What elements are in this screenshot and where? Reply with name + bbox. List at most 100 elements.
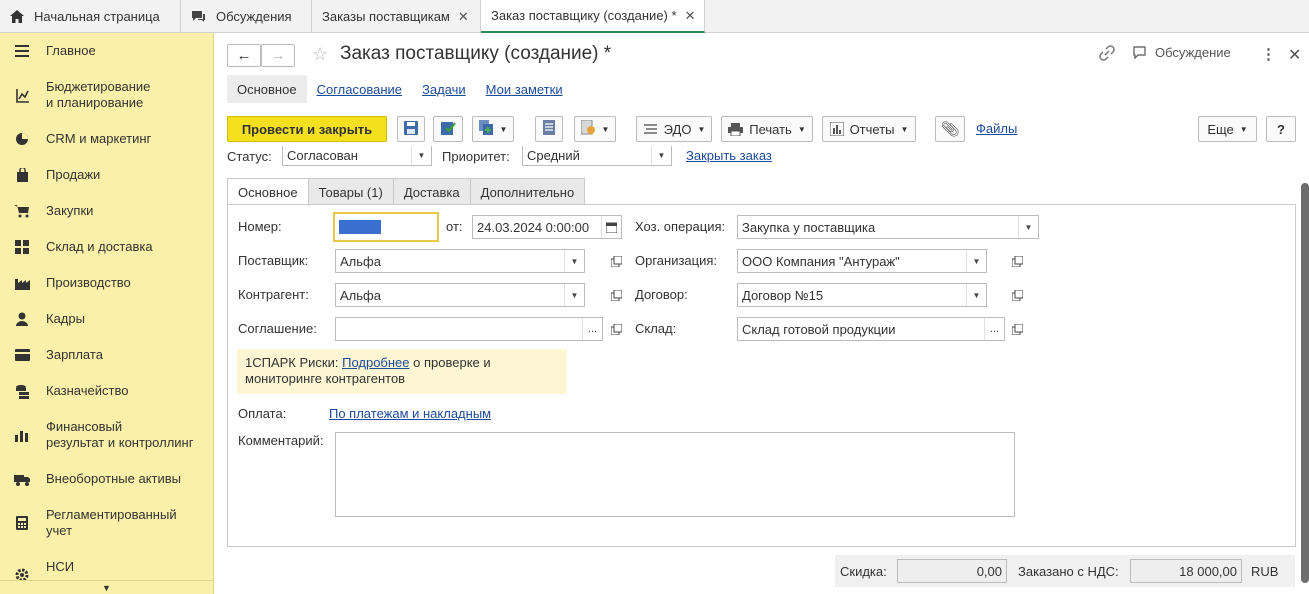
link-icon[interactable] bbox=[1099, 45, 1115, 61]
payment-label: Оплата: bbox=[238, 406, 287, 421]
help-button[interactable]: ? bbox=[1266, 116, 1296, 142]
tab-supplier-orders[interactable]: Заказы поставщикам ✕ bbox=[312, 0, 481, 33]
tab-discussions[interactable]: Обсуждения bbox=[181, 0, 312, 33]
subtab-main[interactable]: Основное bbox=[227, 75, 307, 103]
vertical-scrollbar[interactable] bbox=[1301, 183, 1309, 583]
subtab-approval[interactable]: Согласование bbox=[307, 75, 412, 103]
supplier-label: Поставщик: bbox=[238, 253, 309, 268]
supplier-select[interactable]: Альфа ▼ bbox=[335, 249, 585, 273]
open-icon[interactable] bbox=[606, 317, 626, 341]
edo-button[interactable]: ЭДО ▼ bbox=[636, 116, 712, 142]
more-vert-icon[interactable]: ⋮ bbox=[1261, 45, 1276, 63]
page-title: Заказ поставщику (создание) * bbox=[340, 43, 612, 64]
chevron-down-icon[interactable]: ▼ bbox=[411, 146, 431, 165]
open-icon[interactable] bbox=[1007, 283, 1027, 307]
sidebar-item-label: Производство bbox=[46, 275, 131, 290]
chevron-down-icon[interactable]: ▼ bbox=[564, 284, 584, 306]
open-icon[interactable] bbox=[606, 283, 626, 307]
discussion-button[interactable]: Обсуждение bbox=[1133, 45, 1231, 60]
calendar-icon[interactable] bbox=[601, 216, 621, 238]
spark-more-link[interactable]: Подробнее bbox=[342, 355, 409, 370]
grid-icon bbox=[14, 239, 30, 255]
chevron-down-icon[interactable]: ▼ bbox=[966, 250, 986, 272]
status-value: Согласован bbox=[287, 147, 358, 163]
chevron-down-icon: ▼ bbox=[900, 124, 909, 134]
close-icon[interactable]: ✕ bbox=[458, 9, 469, 25]
more-button[interactable]: Еще ▼ bbox=[1198, 116, 1257, 142]
comment-textarea[interactable] bbox=[335, 432, 1015, 517]
warehouse-label: Склад: bbox=[635, 321, 677, 336]
agreement-label: Соглашение: bbox=[238, 321, 317, 336]
chevron-down-icon[interactable]: ▼ bbox=[1018, 216, 1038, 238]
save-button[interactable] bbox=[397, 116, 425, 142]
tab-label: Заказ поставщику (создание) * bbox=[491, 8, 677, 23]
star-icon[interactable]: ☆ bbox=[312, 44, 328, 65]
create-based-on-button[interactable]: ▼ bbox=[472, 116, 514, 142]
create-based-icon bbox=[478, 120, 494, 138]
tab-delivery[interactable]: Доставка bbox=[392, 178, 471, 205]
sidebar-item-label: Главное bbox=[46, 43, 96, 58]
chevron-down-icon[interactable]: ▼ bbox=[564, 250, 584, 272]
subtab-notes[interactable]: Мои заметки bbox=[476, 75, 573, 103]
sidebar-scroll-down[interactable]: ▼ bbox=[0, 580, 213, 594]
factory-icon bbox=[14, 275, 30, 291]
tab-supplier-order-new[interactable]: Заказ поставщику (создание) * ✕ bbox=[481, 0, 705, 33]
close-icon[interactable]: ✕ bbox=[1288, 45, 1301, 65]
spark-line2: мониторинге контрагентов bbox=[245, 371, 406, 386]
calculator-icon bbox=[14, 515, 30, 531]
attach-button[interactable]: 📎︎ bbox=[935, 116, 965, 142]
post-button[interactable] bbox=[433, 116, 463, 142]
open-icon[interactable] bbox=[1007, 249, 1027, 273]
back-button[interactable]: ← bbox=[227, 44, 261, 67]
post-and-close-button[interactable]: Провести и закрыть bbox=[227, 116, 387, 142]
sidebar-item-label: Склад и доставка bbox=[46, 239, 153, 254]
sidebar-item-label: Бюджетирование и планирование bbox=[46, 79, 151, 110]
tab-main[interactable]: Основное bbox=[227, 178, 309, 206]
date-input[interactable]: 24.03.2024 0:00:00 bbox=[472, 215, 622, 239]
files-link[interactable]: Файлы bbox=[976, 121, 1017, 136]
report-icon bbox=[829, 122, 844, 136]
org-select[interactable]: ООО Компания "Антураж" ▼ bbox=[737, 249, 987, 273]
more-label: Еще bbox=[1207, 121, 1234, 137]
tab-label: Начальная страница bbox=[34, 9, 160, 24]
status-label: Статус: bbox=[227, 149, 272, 164]
number-input[interactable] bbox=[333, 212, 439, 242]
reports-button[interactable]: Отчеты ▼ bbox=[822, 116, 916, 142]
warehouse-input[interactable]: Склад готовой продукции ... bbox=[737, 317, 1005, 341]
close-order-link[interactable]: Закрыть заказ bbox=[686, 148, 772, 163]
tab-label: Обсуждения bbox=[216, 9, 292, 24]
attach-doc-button[interactable]: ▼ bbox=[574, 116, 616, 142]
tab-additional[interactable]: Дополнительно bbox=[469, 178, 586, 205]
select-dots-icon[interactable]: ... bbox=[582, 318, 602, 340]
open-icon[interactable] bbox=[1007, 317, 1027, 341]
priority-field[interactable]: Средний ▼ bbox=[522, 146, 672, 166]
sidebar-item-label: CRM и маркетинг bbox=[46, 131, 152, 146]
agreement-input[interactable]: ... bbox=[335, 317, 603, 341]
discussion-label: Обсуждение bbox=[1155, 45, 1231, 60]
structure-button[interactable] bbox=[535, 116, 563, 142]
post-icon bbox=[440, 120, 456, 138]
tab-goods[interactable]: Товары (1) bbox=[307, 178, 394, 205]
forward-button[interactable]: → bbox=[261, 44, 295, 67]
toolbar: Провести и закрыть ▼ ▼ ЭДО ▼ Печать ▼ От… bbox=[227, 116, 1297, 142]
close-icon[interactable]: ✕ bbox=[685, 8, 696, 24]
open-icon[interactable] bbox=[606, 249, 626, 273]
wallet-icon bbox=[14, 347, 30, 363]
sidebar-item-label: Регламентированный учет bbox=[46, 507, 177, 538]
tab-home[interactable]: Начальная страница bbox=[0, 0, 181, 33]
contract-select[interactable]: Договор №15 ▼ bbox=[737, 283, 987, 307]
print-button[interactable]: Печать ▼ bbox=[721, 116, 813, 142]
status-field[interactable]: Согласован ▼ bbox=[282, 146, 432, 166]
payment-link[interactable]: По платежам и накладным bbox=[329, 406, 491, 421]
pie-icon bbox=[14, 131, 30, 147]
org-label: Организация: bbox=[635, 253, 718, 268]
subtab-tasks[interactable]: Задачи bbox=[412, 75, 476, 103]
chevron-down-icon[interactable]: ▼ bbox=[966, 284, 986, 306]
spark-prefix: 1СПАРК Риски: bbox=[245, 355, 343, 370]
operation-select[interactable]: Закупка у поставщика ▼ bbox=[737, 215, 1039, 239]
chevron-down-icon[interactable]: ▼ bbox=[651, 146, 671, 165]
select-dots-icon[interactable]: ... bbox=[984, 318, 1004, 340]
sidebar-item-label: Продажи bbox=[46, 167, 101, 182]
counterparty-select[interactable]: Альфа ▼ bbox=[335, 283, 585, 307]
operation-label: Хоз. операция: bbox=[635, 219, 726, 234]
